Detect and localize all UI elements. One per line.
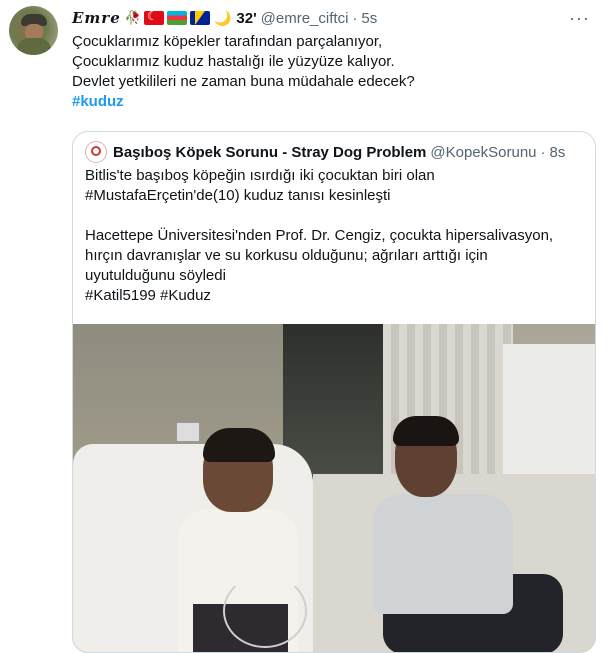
hashtag-link[interactable]: #kuduz (72, 92, 592, 112)
quoted-text-line: hırçın davranışlar ve su korkusu olduğun… (85, 247, 488, 264)
more-options-icon[interactable]: ··· (569, 8, 590, 29)
crescent-moon-icon: 🌙 (213, 9, 232, 26)
quoted-tweet[interactable]: Başıboş Köpek Sorunu - Stray Dog Problem… (72, 131, 596, 653)
quoted-text-line: uyutulduğunu söyledi (85, 267, 226, 284)
tweet-text-line: Devlet yetkilileri ne zaman buna müdahal… (72, 73, 415, 90)
tweet-text: Çocuklarımız köpekler tarafından parçala… (72, 32, 592, 112)
quoted-hashtags-line: #Katil5199 #Kuduz (85, 287, 211, 304)
tweet-text-line: Çocuklarımız kuduz hastalığı ile yüzyüze… (72, 53, 395, 70)
quoted-text-line: #MustafaErçetin'de(10) kuduz tanısı kesi… (85, 187, 391, 204)
tweet-text-line: Çocuklarımız köpekler tarafından parçala… (72, 33, 383, 50)
quoted-author-avatar[interactable] (85, 141, 107, 163)
quoted-tweet-photo[interactable] (73, 324, 595, 652)
azerbaijan-flag-icon (166, 11, 187, 25)
bosnia-flag-icon (189, 11, 210, 25)
quoted-text-line: Hacettepe Üniversitesi'nden Prof. Dr. Ce… (85, 227, 554, 244)
quoted-tweet-header: Başıboş Köpek Sorunu - Stray Dog Problem… (85, 141, 566, 163)
quoted-text-line: Bitlis'te başıboş köpeğin ısırdığı iki ç… (85, 167, 435, 184)
tweet-timestamp[interactable]: 5s (361, 10, 377, 27)
quoted-author-name[interactable]: Başıboş Köpek Sorunu - Stray Dog Problem (113, 144, 426, 161)
quoted-author-handle[interactable]: @KopekSorunu (430, 144, 536, 161)
quoted-text-line (85, 206, 585, 226)
author-name[interactable]: Emre (72, 9, 121, 27)
author-name-number: 32' (236, 9, 257, 27)
rose-emoji: 🥀 (124, 10, 141, 25)
separator-dot: · (352, 9, 358, 27)
tweet[interactable]: Emre 🥀 🌙 32' @emre_ciftci · 5s ··· Çocuk… (0, 0, 614, 653)
quoted-tweet-timestamp[interactable]: 8s (550, 144, 566, 161)
author-handle[interactable]: @emre_ciftci (261, 10, 349, 27)
quoted-tweet-text: Bitlis'te başıboş köpeğin ısırdığı iki ç… (85, 166, 585, 306)
author-avatar[interactable] (9, 6, 58, 55)
turkey-flag-icon (143, 9, 164, 25)
separator-dot: · (540, 143, 546, 161)
tweet-header: Emre 🥀 🌙 32' @emre_ciftci · 5s (72, 8, 377, 28)
